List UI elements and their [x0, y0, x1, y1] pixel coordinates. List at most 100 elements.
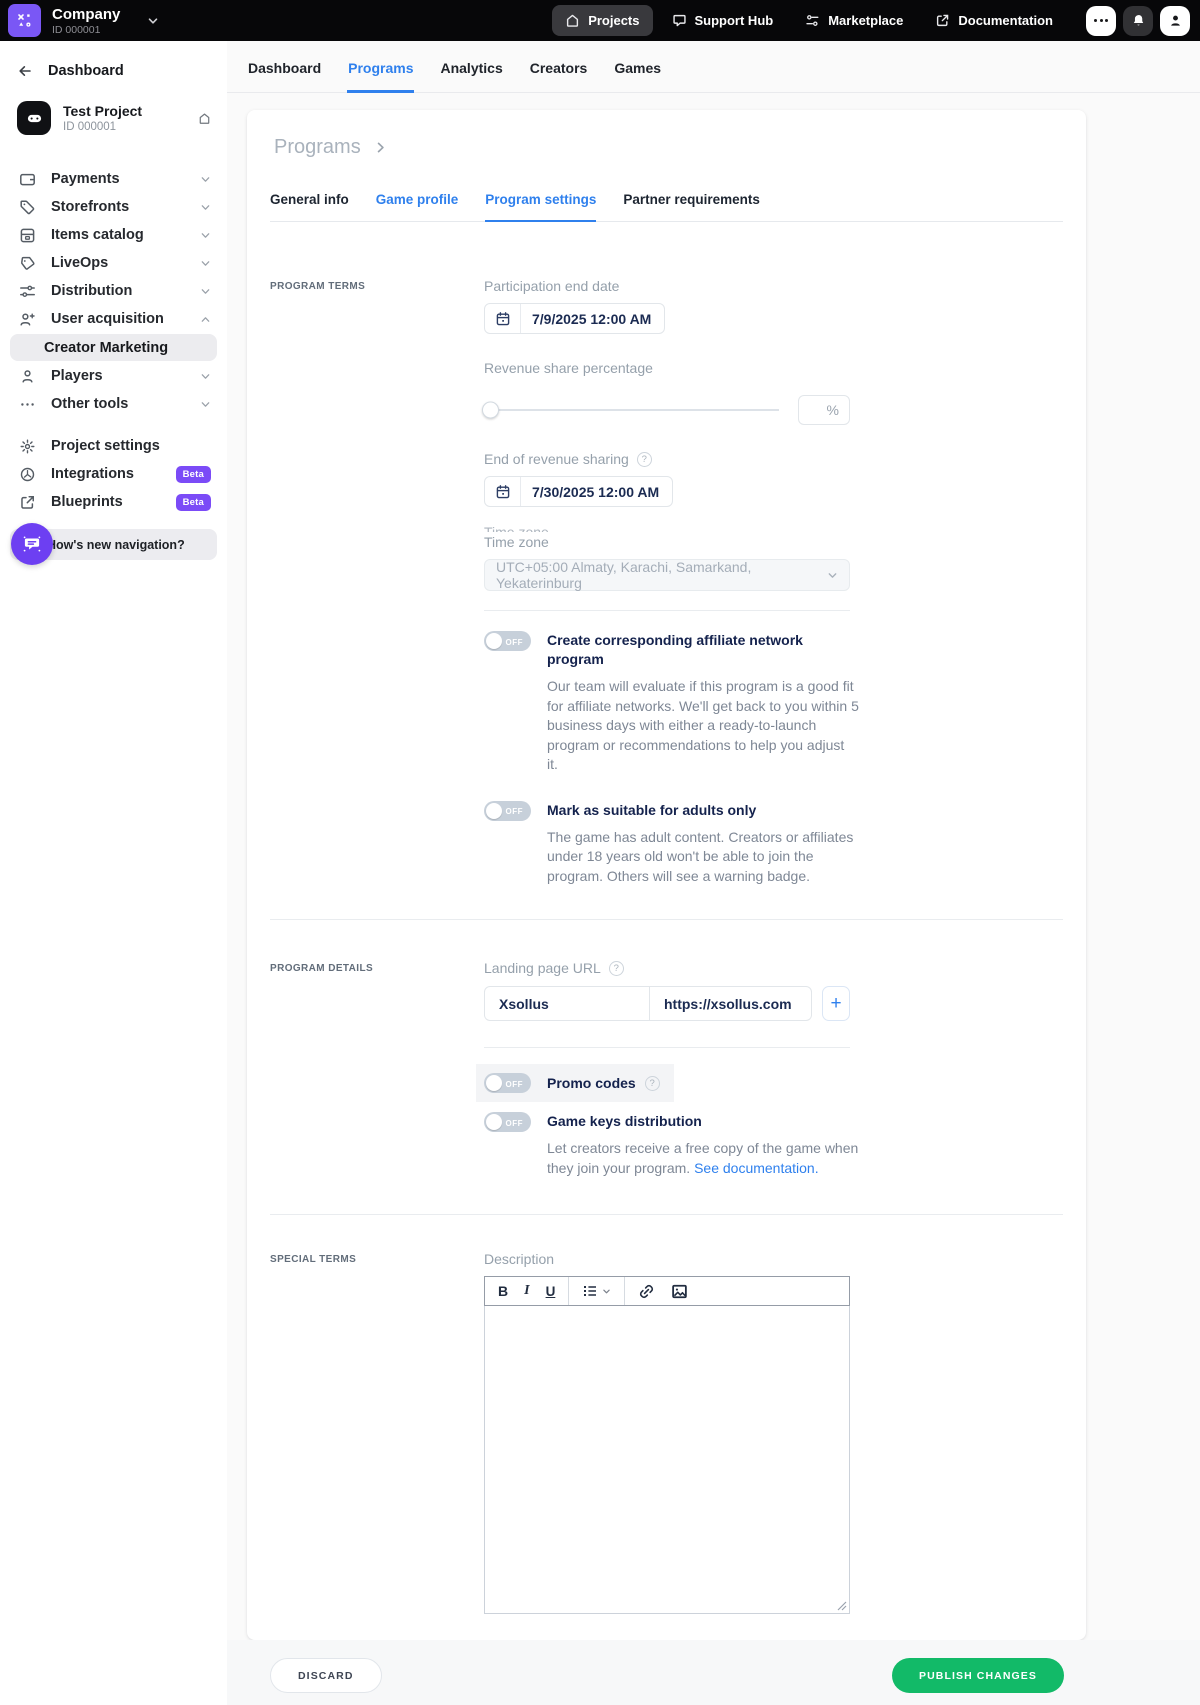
list-button[interactable] — [582, 1283, 611, 1299]
end-of-revenue-date-value: 7/30/2025 12:00 AM — [532, 484, 659, 500]
underline-button[interactable]: U — [546, 1284, 556, 1299]
participation-end-date-input[interactable]: 7/9/2025 12:00 AM — [484, 303, 665, 334]
notifications-button[interactable] — [1123, 6, 1153, 36]
chevron-down-icon — [200, 286, 211, 297]
sidebar-item-storefronts[interactable]: Storefronts — [0, 193, 227, 221]
richtext-toolbar: B I U — [484, 1276, 850, 1306]
slider-handle[interactable] — [482, 402, 499, 419]
bold-button[interactable]: B — [498, 1283, 508, 1299]
plus-icon: + — [830, 993, 841, 1015]
end-of-revenue-date-input[interactable]: 7/30/2025 12:00 AM — [484, 476, 673, 507]
image-icon — [671, 1283, 688, 1300]
adults-only-title: Mark as suitable for adults only — [547, 801, 859, 820]
nav-marketplace-button[interactable]: Marketplace — [792, 5, 916, 36]
tab-programs[interactable]: Programs — [348, 41, 413, 92]
sliders-icon — [805, 13, 820, 28]
sidebar-item-user-acquisition[interactable]: User acquisition — [0, 305, 227, 333]
timezone-label-clipped: Time zone — [484, 525, 850, 532]
resize-handle-icon[interactable] — [837, 1601, 847, 1611]
project-id: ID 000001 — [63, 121, 142, 134]
sidebar-item-items-catalog[interactable]: Items catalog — [0, 221, 227, 249]
timezone-value: UTC+05:00 Almaty, Karachi, Samarkand, Ye… — [496, 559, 827, 591]
chevron-down-icon — [200, 230, 211, 241]
adults-only-toggle[interactable]: OFF — [484, 801, 531, 821]
project-switcher[interactable]: Test Project ID 000001 — [8, 95, 219, 141]
timezone-label: Time zone — [484, 534, 850, 550]
sidebar-item-payments[interactable]: Payments — [0, 165, 227, 193]
special-terms-section: SPECIAL TERMS Description B I U — [270, 1251, 1063, 1614]
section-label-program-terms: PROGRAM TERMS — [270, 278, 484, 886]
user-plus-icon — [19, 311, 36, 328]
affiliate-network-description: Our team will evaluate if this program i… — [547, 677, 859, 775]
subtab-game-profile[interactable]: Game profile — [376, 188, 459, 221]
sidebar-item-distribution[interactable]: Distribution — [0, 277, 227, 305]
chevron-down-icon — [200, 174, 211, 185]
sidebar-item-liveops[interactable]: LiveOps — [0, 249, 227, 277]
game-keys-title: Game keys distribution — [547, 1112, 859, 1131]
project-tabs: Dashboard Programs Analytics Creators Ga… — [227, 41, 1200, 93]
tab-dashboard[interactable]: Dashboard — [248, 41, 321, 92]
back-to-dashboard[interactable]: Dashboard — [0, 49, 227, 89]
company-chevron-down-icon[interactable] — [147, 15, 159, 27]
home-icon — [565, 13, 580, 28]
tag-icon — [19, 199, 36, 216]
breadcrumb-programs[interactable]: Programs — [274, 136, 361, 159]
catalog-icon — [19, 227, 36, 244]
sidebar-item-other-tools[interactable]: Other tools — [0, 390, 227, 418]
revenue-share-percent-input[interactable]: % — [798, 395, 850, 425]
bell-icon — [1131, 13, 1146, 28]
help-icon[interactable]: ? — [609, 961, 624, 976]
description-editor[interactable] — [484, 1306, 850, 1614]
subtab-partner-requirements[interactable]: Partner requirements — [623, 188, 760, 221]
link-button[interactable] — [638, 1283, 655, 1300]
chevron-down-icon — [827, 570, 838, 581]
company-name: Company — [52, 6, 120, 23]
sidebar-item-blueprints[interactable]: Blueprints Beta — [0, 488, 227, 516]
add-landing-page-button[interactable]: + — [822, 986, 850, 1021]
affiliate-network-toggle[interactable]: OFF — [484, 631, 531, 651]
game-keys-toggle[interactable]: OFF — [484, 1112, 531, 1132]
image-button[interactable] — [671, 1283, 688, 1300]
tab-creators[interactable]: Creators — [530, 41, 588, 92]
sidebar-item-players[interactable]: Players — [0, 362, 227, 390]
project-avatar — [17, 101, 51, 135]
arrow-left-icon — [17, 63, 33, 79]
sidebar: Dashboard Test Project ID 000001 Payment… — [0, 41, 227, 1705]
program-settings-card: Programs General info Game profile Progr… — [247, 110, 1086, 1640]
subtab-program-settings[interactable]: Program settings — [485, 188, 596, 221]
feedback-chat-icon[interactable] — [11, 523, 53, 565]
revenue-share-slider[interactable] — [484, 409, 779, 411]
discard-button[interactable]: DISCARD — [270, 1658, 382, 1693]
section-label-special-terms: SPECIAL TERMS — [270, 1251, 484, 1614]
help-icon[interactable]: ? — [637, 452, 652, 467]
company-logo-icon[interactable] — [8, 4, 41, 37]
account-button[interactable] — [1160, 6, 1190, 36]
chevron-down-icon — [200, 371, 211, 382]
new-navigation-banner[interactable]: How's new navigation? — [10, 529, 217, 560]
nav-support-hub-button[interactable]: Support Hub — [659, 5, 787, 36]
sidebar-item-project-settings[interactable]: Project settings — [0, 432, 227, 460]
landing-url-input[interactable]: https://xsollus.com — [649, 987, 811, 1020]
sidebar-item-creator-marketing[interactable]: Creator Marketing — [10, 334, 217, 361]
nav-documentation-button[interactable]: Documentation — [922, 5, 1066, 36]
chevron-down-icon — [602, 1287, 611, 1296]
see-documentation-link[interactable]: See documentation. — [694, 1160, 819, 1176]
external-link-icon — [19, 494, 36, 511]
subtab-general-info[interactable]: General info — [270, 188, 349, 221]
sidebar-item-integrations[interactable]: Integrations Beta — [0, 460, 227, 488]
promo-codes-toggle[interactable]: OFF — [484, 1073, 531, 1093]
help-icon[interactable]: ? — [645, 1076, 660, 1091]
nav-projects-button[interactable]: Projects — [552, 5, 652, 36]
ellipsis-icon — [19, 396, 36, 413]
tab-analytics[interactable]: Analytics — [440, 41, 502, 92]
timezone-select[interactable]: UTC+05:00 Almaty, Karachi, Samarkand, Ye… — [484, 559, 850, 591]
integrations-icon — [19, 466, 36, 483]
landing-name-input[interactable]: Xsollus — [485, 987, 649, 1020]
description-label: Description — [484, 1251, 850, 1267]
project-name: Test Project — [63, 103, 142, 119]
italic-button[interactable]: I — [524, 1283, 529, 1299]
more-options-button[interactable] — [1086, 6, 1116, 36]
publish-changes-button[interactable]: PUBLISH CHANGES — [892, 1658, 1064, 1693]
tab-games[interactable]: Games — [614, 41, 661, 92]
project-home-icon[interactable] — [198, 112, 211, 125]
